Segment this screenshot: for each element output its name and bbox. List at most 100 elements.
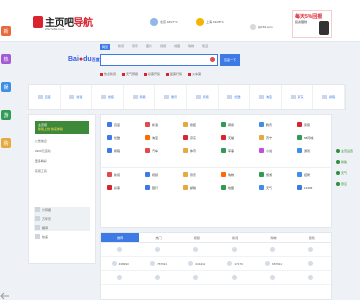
- notice-line-0[interactable]: · 公告信息: [33, 139, 47, 143]
- bottom-cell[interactable]: [293, 271, 331, 284]
- bottom-cell[interactable]: [101, 271, 139, 284]
- grid-site-14[interactable]: 体育: [183, 147, 221, 154]
- mail-login[interactable]: @163.com: [250, 24, 273, 30]
- bottom-cell[interactable]: [216, 243, 254, 256]
- grid-site-3[interactable]: 网易: [221, 121, 259, 128]
- rail-item-2[interactable]: 热: [1, 54, 11, 64]
- grid-site-7[interactable]: 淘宝: [145, 134, 183, 141]
- bottom-cell[interactable]: 767611: [139, 257, 177, 270]
- grid-category-6[interactable]: 彩票: [107, 184, 145, 191]
- site-link-3[interactable]: 网易: [124, 85, 156, 109]
- grid-category-9[interactable]: 地图: [221, 184, 259, 191]
- bottom-cell[interactable]: [178, 243, 216, 256]
- search-tab-1[interactable]: 新闻: [118, 44, 124, 50]
- search-tab-6[interactable]: 购物: [188, 44, 194, 50]
- bottom-cell[interactable]: [139, 243, 177, 256]
- grid-category-11[interactable]: 12306: [297, 184, 335, 191]
- bottom-cell[interactable]: [101, 243, 139, 256]
- rail-item-5[interactable]: 购: [1, 138, 11, 148]
- grid-site-5[interactable]: 凤凰: [297, 121, 335, 128]
- search-tab-2[interactable]: 音乐: [132, 44, 138, 50]
- grid-category-0[interactable]: 新闻: [107, 171, 145, 178]
- site-link-1[interactable]: 新浪: [61, 85, 93, 109]
- grid-category-1[interactable]: 视频: [145, 171, 183, 178]
- search-tab-7[interactable]: 知道: [202, 44, 208, 50]
- bottom-tab-3[interactable]: 新闻: [216, 233, 254, 242]
- site-logo[interactable]: 主页吧导航 ZhuYeBa.Com: [33, 14, 93, 31]
- grid-site-11[interactable]: 58同城: [297, 134, 335, 141]
- bottom-cell[interactable]: [139, 271, 177, 284]
- site-link-5[interactable]: 凤凰: [187, 85, 219, 109]
- tool-item-2[interactable]: 翻译: [35, 225, 51, 230]
- grid-site-12[interactable]: 携程: [107, 147, 145, 154]
- header-ad[interactable]: 每天5%回报 投资理财: [292, 10, 332, 38]
- search-tab-0[interactable]: 网页: [100, 44, 111, 50]
- site-link-7[interactable]: 淘宝: [250, 85, 282, 109]
- grid-category-5[interactable]: 招聘: [297, 171, 335, 178]
- bottom-cell[interactable]: [178, 271, 216, 284]
- grid-category-7[interactable]: 银行: [145, 184, 183, 191]
- grid-category-10[interactable]: 天气: [259, 184, 297, 191]
- bottom-tab-1[interactable]: 热门: [139, 233, 177, 242]
- weather-city-1[interactable]: 北京 18/27°C: [150, 18, 178, 26]
- bottom-cell[interactable]: 214411: [178, 257, 216, 270]
- right-rail-item-2[interactable]: 天气: [336, 168, 356, 177]
- search-tab-3[interactable]: 图片: [146, 44, 152, 50]
- right-rail-item-3[interactable]: 意见: [336, 179, 356, 188]
- tool-item-3[interactable]: 快递: [35, 234, 51, 239]
- search-voice-icon[interactable]: [210, 57, 215, 62]
- right-rail-item-1[interactable]: 换肤: [336, 157, 356, 166]
- bottom-cell[interactable]: [293, 257, 331, 270]
- right-rail-item-0[interactable]: 主页设置: [336, 146, 356, 155]
- bottom-cell[interactable]: 17173: [216, 257, 254, 270]
- search-button[interactable]: 百度一下: [220, 54, 240, 66]
- bottom-cell[interactable]: [293, 243, 331, 256]
- rail-item-3[interactable]: 娱: [1, 82, 11, 92]
- grid-category-8[interactable]: 邮箱: [183, 184, 221, 191]
- search-tab-4[interactable]: 视频: [160, 44, 166, 50]
- notice-line-3[interactable]: · 实用工具: [33, 169, 47, 173]
- bottom-cell[interactable]: [254, 271, 292, 284]
- grid-site-1[interactable]: 新浪: [145, 121, 183, 128]
- site-link-9[interactable]: 携程: [313, 85, 345, 109]
- bottom-cell[interactable]: 667611: [254, 257, 292, 270]
- promo-banner[interactable]: 主页吧 新版上线 快来体验: [35, 121, 89, 134]
- site-link-4[interactable]: 腾讯: [155, 85, 187, 109]
- rail-item-1[interactable]: 新: [1, 26, 11, 36]
- weather-city-2[interactable]: 上海 19/28°C: [196, 18, 224, 26]
- hot-link-3[interactable]: 股票行情: [166, 72, 182, 76]
- rail-item-4[interactable]: 游: [1, 110, 11, 120]
- hot-link-4[interactable]: 火车票: [188, 72, 201, 76]
- tool-item-1[interactable]: 万年历: [35, 216, 51, 221]
- grid-site-4[interactable]: 腾讯: [259, 121, 297, 128]
- hot-link-1[interactable]: 天气预报: [122, 72, 138, 76]
- hot-link-0[interactable]: 热点新闻: [100, 72, 116, 76]
- grid-site-10[interactable]: 苏宁: [259, 134, 297, 141]
- bottom-cell[interactable]: [254, 243, 292, 256]
- grid-site-15[interactable]: 军事: [221, 147, 259, 154]
- site-link-2[interactable]: 搜狐: [92, 85, 124, 109]
- grid-site-17[interactable]: 游戏: [297, 147, 335, 154]
- site-link-6[interactable]: 优酷: [219, 85, 251, 109]
- bottom-tab-5[interactable]: 游戏: [293, 233, 331, 242]
- grid-site-0[interactable]: 百度: [107, 121, 145, 128]
- back-arrow-icon[interactable]: [0, 292, 12, 300]
- notice-line-2[interactable]: · 更多精彩: [33, 159, 47, 163]
- bottom-tab-4[interactable]: 购物: [254, 233, 292, 242]
- grid-site-13[interactable]: 汽车: [145, 147, 183, 154]
- grid-site-6[interactable]: 优酷: [107, 134, 145, 141]
- grid-site-9[interactable]: 天猫: [221, 134, 259, 141]
- tool-item-0[interactable]: 计算器: [35, 207, 51, 212]
- bottom-cell[interactable]: 439993: [101, 257, 139, 270]
- site-link-8[interactable]: 京东: [282, 85, 314, 109]
- grid-category-3[interactable]: 购物: [221, 171, 259, 178]
- bottom-cell[interactable]: [216, 271, 254, 284]
- search-engine-logo[interactable]: Bai●du百度: [68, 56, 100, 63]
- search-input[interactable]: [100, 54, 218, 66]
- notice-line-1[interactable]: · 4999元活动: [33, 149, 51, 153]
- grid-site-8[interactable]: 京东: [183, 134, 221, 141]
- grid-site-16[interactable]: 小说: [259, 147, 297, 154]
- bottom-tab-0[interactable]: 推荐: [101, 233, 140, 242]
- grid-category-4[interactable]: 旅游: [259, 171, 297, 178]
- grid-category-2[interactable]: 音乐: [183, 171, 221, 178]
